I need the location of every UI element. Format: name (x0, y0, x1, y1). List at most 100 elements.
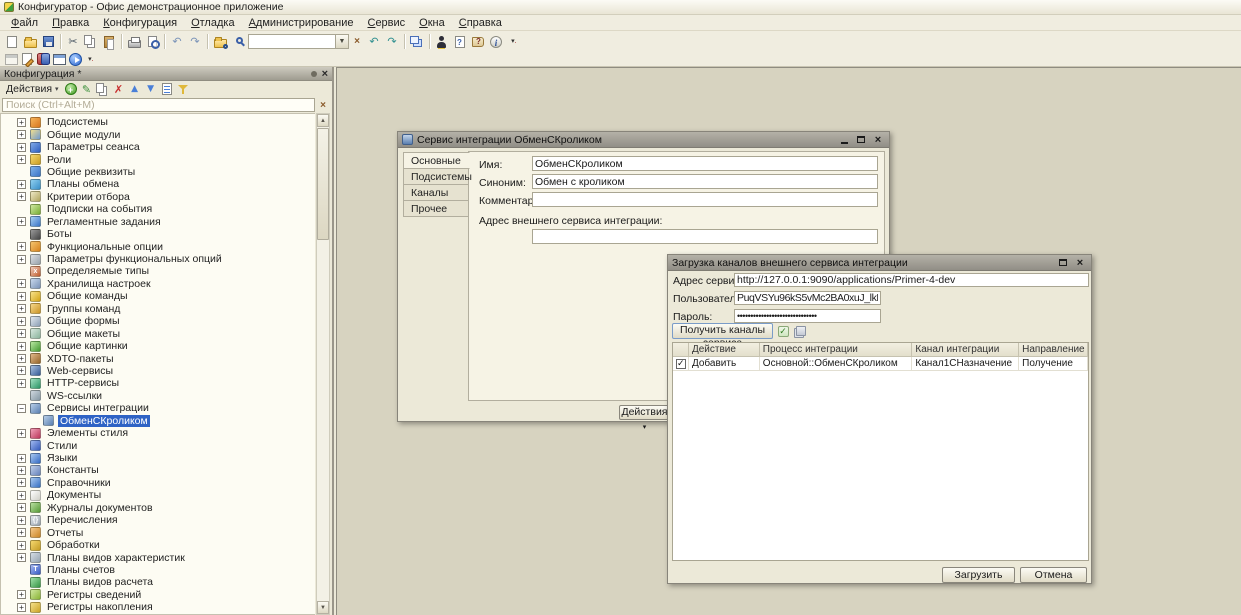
tree-item[interactable]: Стили (1, 439, 315, 451)
overflow-icon[interactable]: ▾. (505, 33, 523, 51)
panel-header[interactable]: Конфигурация * × (0, 67, 332, 81)
synonym-field[interactable] (532, 174, 878, 189)
expander-icon[interactable]: + (17, 553, 26, 562)
tree-item[interactable]: +Общие модули (1, 128, 315, 140)
tree-item[interactable]: +{}Перечисления (1, 514, 315, 526)
column-header[interactable]: Направление (1019, 343, 1088, 357)
windows-icon[interactable] (408, 33, 426, 51)
tree-item[interactable]: +Справочники (1, 477, 315, 489)
panel-close-icon[interactable]: × (322, 69, 328, 79)
move-up-icon[interactable]: ▲ (127, 82, 143, 96)
tree-item[interactable]: TПланы счетов (1, 564, 315, 576)
search-clear-icon[interactable]: × (350, 34, 364, 49)
password-field[interactable] (734, 309, 881, 323)
tree-item[interactable]: +HTTP-сервисы (1, 377, 315, 389)
expander-icon[interactable]: + (17, 454, 26, 463)
open-icon[interactable] (21, 33, 39, 51)
menu-item-3[interactable]: Отладка (184, 16, 242, 30)
service-address-field[interactable] (734, 273, 1089, 287)
column-header[interactable]: Действие (689, 343, 760, 357)
copy-icon[interactable] (95, 82, 111, 96)
global-search-input[interactable] (248, 34, 336, 49)
dialog-title-bar[interactable]: Загрузка каналов внешнего сервиса интегр… (668, 255, 1091, 271)
cut-icon[interactable]: ✂ (64, 33, 82, 51)
menu-item-4[interactable]: Администрирование (242, 16, 361, 30)
help-index-icon[interactable] (451, 33, 469, 51)
expander-icon[interactable]: + (17, 292, 26, 301)
tree-item[interactable]: +Константы (1, 464, 315, 476)
tree-item[interactable]: +XDTO-пакеты (1, 352, 315, 364)
tree-item[interactable]: +Обработки (1, 539, 315, 551)
expander-icon[interactable]: + (17, 516, 26, 525)
filter-icon[interactable] (175, 82, 191, 96)
tree-item[interactable]: +Функциональные опции (1, 240, 315, 252)
menu-item-2[interactable]: Конфигурация (96, 16, 184, 30)
expander-icon[interactable]: + (17, 590, 26, 599)
tab-3[interactable]: Прочее (403, 200, 469, 217)
find-in-files-icon[interactable] (211, 33, 229, 51)
expander-icon[interactable]: + (17, 491, 26, 500)
get-channels-button[interactable]: Получить каналы сервиса (672, 323, 773, 339)
tree-item[interactable]: +Параметры функциональных опций (1, 253, 315, 265)
minimize-button[interactable] (837, 134, 851, 146)
tree-item[interactable]: +Регистры накопления (1, 601, 315, 613)
expander-icon[interactable]: − (17, 404, 26, 413)
checkbox-column-header[interactable] (673, 343, 689, 357)
tab-2[interactable]: Каналы (403, 184, 469, 201)
tree-item[interactable]: ОбменСКроликом (1, 415, 315, 427)
tree-item[interactable]: +Элементы стиля (1, 427, 315, 439)
cancel-button[interactable]: Отмена (1020, 567, 1087, 583)
menu-item-5[interactable]: Сервис (360, 16, 412, 30)
expander-icon[interactable]: + (17, 429, 26, 438)
tree-item[interactable]: +Хранилища настроек (1, 278, 315, 290)
new-document-icon[interactable] (3, 33, 21, 51)
tab-1[interactable]: Подсистемы (403, 168, 469, 185)
channels-table[interactable]: ДействиеПроцесс интеграцииКанал интеграц… (672, 342, 1089, 561)
expander-icon[interactable]: + (17, 354, 26, 363)
tree-item[interactable]: +Web-сервисы (1, 365, 315, 377)
expander-icon[interactable]: + (17, 342, 26, 351)
expander-icon[interactable]: + (17, 155, 26, 164)
tree-item[interactable]: Общие реквизиты (1, 166, 315, 178)
tree-item[interactable]: +Подсистемы (1, 116, 315, 128)
expander-icon[interactable]: + (17, 541, 26, 550)
close-button[interactable]: × (1073, 257, 1087, 269)
help-contents-icon[interactable] (469, 33, 487, 51)
chevron-down-icon[interactable]: ▼ (336, 34, 349, 49)
tree-item[interactable]: +Параметры сеанса (1, 141, 315, 153)
tab-0[interactable]: Основные (403, 152, 470, 169)
tree-item[interactable]: WS-ссылки (1, 390, 315, 402)
tree-item[interactable]: +Языки (1, 452, 315, 464)
menu-item-7[interactable]: Справка (452, 16, 509, 30)
tree-item[interactable]: +Регламентные задания (1, 216, 315, 228)
scroll-up-icon[interactable]: ▲ (317, 114, 329, 127)
user-field[interactable] (734, 291, 881, 305)
tree-item[interactable]: xОпределяемые типы (1, 265, 315, 277)
copy-icon[interactable] (82, 33, 100, 51)
tree-item[interactable]: +Группы команд (1, 303, 315, 315)
expander-icon[interactable]: + (17, 143, 26, 152)
search-input[interactable] (2, 98, 315, 112)
tree-scrollbar[interactable]: ▲ ▼ (316, 113, 330, 615)
expander-icon[interactable]: + (17, 279, 26, 288)
save-icon[interactable] (39, 33, 57, 51)
expander-icon[interactable]: + (17, 478, 26, 487)
database-configuration-icon[interactable] (35, 52, 51, 66)
expander-icon[interactable]: + (17, 130, 26, 139)
undo-icon[interactable]: ↶ (168, 33, 186, 51)
scrollbar-thumb[interactable] (317, 128, 329, 240)
find-previous-icon[interactable]: ↶ (365, 33, 383, 51)
tree-item[interactable]: +Общие формы (1, 315, 315, 327)
expander-icon[interactable]: + (17, 255, 26, 264)
start-debugging-icon[interactable] (67, 52, 83, 66)
tree-item[interactable]: +Отчеты (1, 526, 315, 538)
find-next-icon[interactable]: ↷ (383, 33, 401, 51)
tree-item[interactable]: −Сервисы интеграции (1, 402, 315, 414)
tree-item[interactable]: +Общие картинки (1, 340, 315, 352)
row-checkbox[interactable]: ✓ (676, 359, 686, 369)
pin-icon[interactable] (311, 71, 317, 77)
copy-cube-icon[interactable] (794, 324, 808, 338)
column-header[interactable]: Процесс интеграции (760, 343, 913, 357)
expander-icon[interactable]: + (17, 192, 26, 201)
overflow-icon[interactable]: ▾. (83, 52, 99, 66)
